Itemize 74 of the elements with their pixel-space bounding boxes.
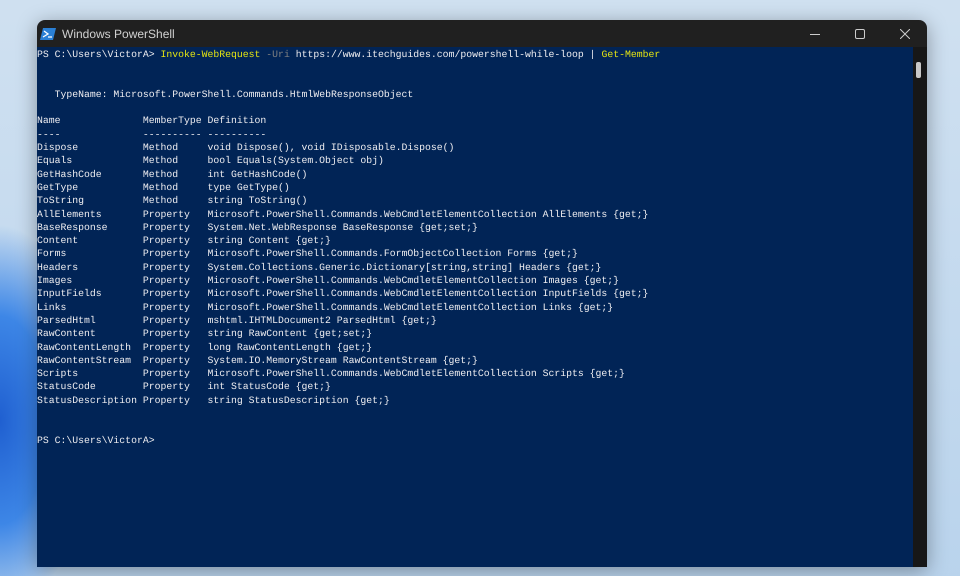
table-cell-text: Property <box>142 247 191 261</box>
table-cell-text: Property <box>142 327 191 341</box>
prompt-line: PS C:\Users\VictorA> <box>37 434 156 447</box>
maximize-icon <box>854 28 864 38</box>
table-cell-text: Forms <box>37 247 68 261</box>
table-cell-text: ToString <box>37 194 86 208</box>
table-cell-text: StatusCode <box>37 380 97 394</box>
table-cell-text: Property <box>142 287 191 301</box>
table-cell-text: Property <box>142 274 191 288</box>
table-cell-text: Property <box>142 367 191 380</box>
table-cell: string Content {get;} <box>207 234 331 248</box>
table-cell-text: Method <box>142 168 180 181</box>
table-cell-text: Method <box>142 141 180 154</box>
table-cell-text: Property <box>142 220 191 234</box>
table-cell-text: AllElements <box>37 208 103 221</box>
table-cell: void Dispose(), void IDisposable.Dispose() <box>207 141 454 154</box>
table-cell: Microsoft.PowerShell.Commands.WebCmdletElementCollection AllElements {get;} <box>207 208 648 221</box>
table-cell-text: Equals <box>37 154 74 168</box>
table-cell: type GetType() <box>207 180 290 194</box>
table-cell: string RawContent {get;set;} <box>207 327 372 341</box>
column-header: Name <box>37 114 62 128</box>
table-cell-text: Method <box>142 194 180 208</box>
table-cell: int StatusCode {get;} <box>207 380 331 394</box>
command-line: PS C:\Users\VictorA> Invoke-WebRequest -Uri https://www.itechguides.com/powershell-while-loop | Get-Member <box>37 48 662 62</box>
header-underline: ---- <box>37 128 62 142</box>
type-name-line: TypeName: Microsoft.PowerShell.Commands.HtmlWebResponseObject <box>54 88 414 102</box>
table-cell-text: Method <box>142 180 180 194</box>
table-cell: System.Net.WebResponse BaseResponse {get;set;} <box>207 220 478 234</box>
table-cell: System.IO.MemoryStream RawContentStream {get;} <box>207 354 478 368</box>
table-cell-text: RawContent <box>37 327 97 341</box>
scrollbar-thumb[interactable] <box>916 62 921 78</box>
table-cell: int GetHashCode() <box>207 168 308 181</box>
table-cell-text: Dispose <box>37 141 80 154</box>
table-cell-text: Method <box>142 154 180 168</box>
column-header: MemberType <box>142 114 203 128</box>
table-cell: System.Collections.Generic.Dictionary[string,string] Headers {get;} <box>207 260 602 274</box>
powershell-icon <box>40 28 56 40</box>
header-underline: ---------- <box>142 128 203 142</box>
table-cell-text: Property <box>142 300 191 314</box>
table-cell-text: Property <box>142 314 191 328</box>
table-cell-text: Scripts <box>37 367 80 380</box>
table-cell-text: Property <box>142 380 191 394</box>
table-cell-text: ParsedHtml <box>37 314 97 328</box>
table-cell: string ToString() <box>207 194 308 208</box>
table-cell: Microsoft.PowerShell.Commands.WebCmdletElementCollection InputFields {get;} <box>207 287 648 301</box>
table-cell-text: InputFields <box>37 287 103 301</box>
table-cell-text: RawContentStream <box>37 354 132 368</box>
table-cell-text: RawContentLength <box>37 340 132 354</box>
table-cell-text: Property <box>142 394 191 408</box>
table-cell: bool Equals(System.Object obj) <box>207 154 384 168</box>
table-cell: Microsoft.PowerShell.Commands.WebCmdletElementCollection Scripts {get;} <box>207 367 625 380</box>
column-header: Definition <box>207 114 266 128</box>
table-cell-text: Property <box>142 234 191 248</box>
table-cell-text: Content <box>37 234 80 248</box>
table-cell: mshtml.IHTMLDocument2 ParsedHtml {get;} <box>207 314 437 328</box>
close-icon <box>900 28 910 38</box>
table-cell-text: Property <box>142 354 191 368</box>
table-cell: Microsoft.PowerShell.Commands.FormObjectCollection Forms {get;} <box>207 247 578 261</box>
table-cell-text: Links <box>37 300 68 314</box>
table-cell-text: Headers <box>37 260 80 274</box>
table-cell-text: Property <box>142 340 191 354</box>
table-cell: Microsoft.PowerShell.Commands.WebCmdletElementCollection Images {get;} <box>207 274 620 288</box>
table-cell-text: Images <box>37 274 74 288</box>
table-cell: long RawContentLength {get;} <box>207 340 372 354</box>
header-underline: ---------- <box>207 128 266 142</box>
table-cell-text: Property <box>142 260 191 274</box>
window-title: Windows PowerShell <box>62 26 176 40</box>
table-cell: string StatusDescription {get;} <box>207 394 390 408</box>
table-cell-text: StatusDescription <box>37 394 138 408</box>
table-cell-text: Property <box>142 208 191 221</box>
table-cell-text: GetHashCode <box>37 168 103 181</box>
table-cell: Microsoft.PowerShell.Commands.WebCmdletElementCollection Links {get;} <box>207 300 614 314</box>
table-cell-text: BaseResponse <box>37 220 109 234</box>
table-cell-text: GetType <box>37 180 80 194</box>
